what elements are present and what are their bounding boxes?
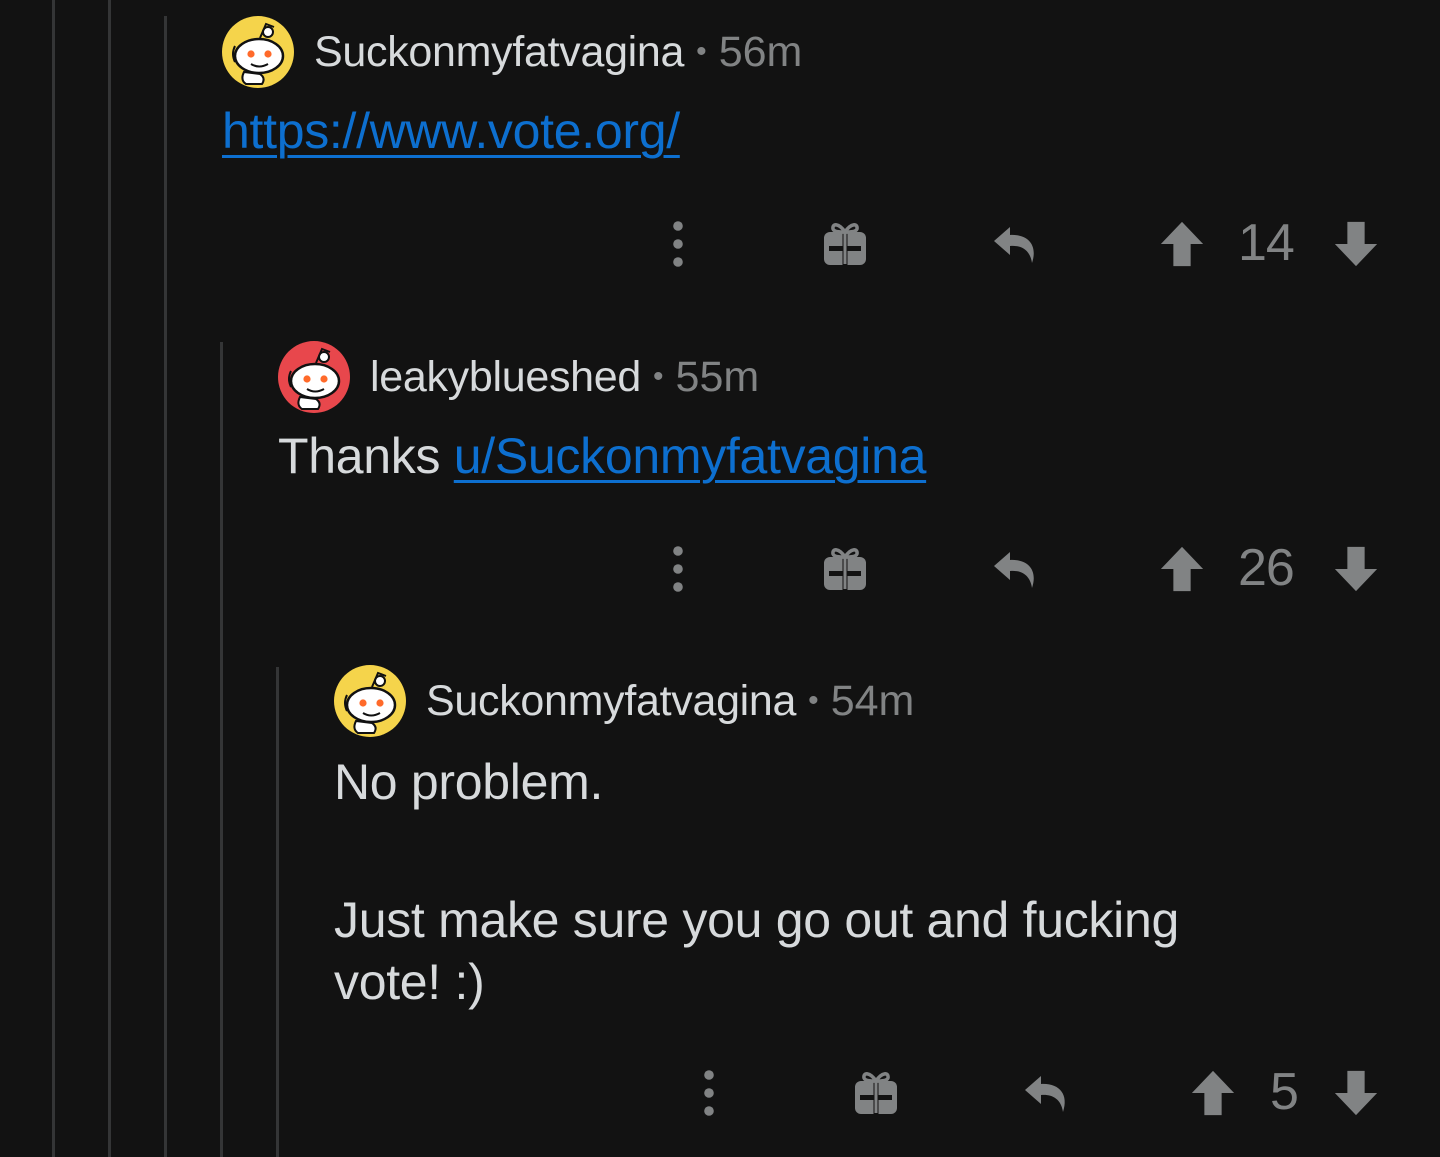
downvote-button[interactable] bbox=[1332, 545, 1380, 593]
comment-header: leakyblueshed • 55m bbox=[278, 341, 1398, 413]
downvote-icon bbox=[1332, 545, 1380, 593]
reply-button[interactable] bbox=[990, 544, 1040, 594]
comment-link[interactable]: https://www.vote.org/ bbox=[222, 103, 680, 159]
more-options-icon bbox=[666, 539, 690, 599]
award-button[interactable] bbox=[851, 1068, 901, 1118]
avatar[interactable] bbox=[278, 341, 350, 413]
snoo-yellow-icon bbox=[222, 16, 294, 88]
upvote-button[interactable] bbox=[1158, 545, 1206, 593]
avatar[interactable] bbox=[334, 665, 406, 737]
comment-author[interactable]: Suckonmyfatvagina bbox=[426, 677, 796, 726]
separator: • bbox=[808, 684, 819, 717]
comment-actions: 5 bbox=[0, 1063, 1440, 1123]
comment-time: 54m bbox=[830, 676, 915, 725]
more-options-icon bbox=[666, 214, 690, 274]
upvote-icon bbox=[1158, 220, 1206, 268]
award-button[interactable] bbox=[820, 219, 870, 269]
vote-score: 5 bbox=[1270, 1063, 1299, 1121]
comment: Suckonmyfatvagina • 54m No problem. Just… bbox=[334, 665, 1394, 1013]
comment-body: Thanks u/Suckonmyfatvagina bbox=[278, 425, 1398, 487]
comment: leakyblueshed • 55m Thanks u/Suckonmyfat… bbox=[278, 341, 1398, 487]
comment-actions: 26 bbox=[0, 539, 1440, 599]
reply-icon bbox=[1021, 1068, 1071, 1118]
comment-author[interactable]: Suckonmyfatvagina bbox=[314, 28, 684, 77]
comment-paragraph: Just make sure you go out and fucking bbox=[334, 892, 1179, 948]
comment-author[interactable]: leakyblueshed bbox=[370, 353, 641, 402]
gift-icon bbox=[820, 544, 870, 594]
upvote-button[interactable] bbox=[1189, 1069, 1237, 1117]
more-options-button[interactable] bbox=[697, 1063, 721, 1123]
user-mention-link[interactable]: u/Suckonmyfatvagina bbox=[454, 428, 927, 484]
upvote-icon bbox=[1189, 1069, 1237, 1117]
snoo-yellow-icon bbox=[334, 665, 406, 737]
comment-time: 56m bbox=[718, 27, 803, 76]
more-options-button[interactable] bbox=[666, 214, 690, 274]
comment: Suckonmyfatvagina • 56m https://www.vote… bbox=[222, 16, 1402, 162]
vote-score: 14 bbox=[1238, 214, 1295, 272]
comment-body: https://www.vote.org/ bbox=[222, 100, 1402, 162]
gift-icon bbox=[851, 1068, 901, 1118]
downvote-button[interactable] bbox=[1332, 1069, 1380, 1117]
downvote-button[interactable] bbox=[1332, 220, 1380, 268]
more-options-icon bbox=[697, 1063, 721, 1123]
vote-score: 26 bbox=[1238, 539, 1295, 597]
avatar[interactable] bbox=[222, 16, 294, 88]
comment-text: Thanks bbox=[278, 428, 454, 484]
thread-line[interactable] bbox=[220, 342, 223, 1157]
reply-button[interactable] bbox=[990, 219, 1040, 269]
downvote-icon bbox=[1332, 220, 1380, 268]
separator: • bbox=[696, 35, 707, 68]
comment-header: Suckonmyfatvagina • 56m bbox=[222, 16, 1402, 88]
upvote-button[interactable] bbox=[1158, 220, 1206, 268]
snoo-red-icon bbox=[278, 341, 350, 413]
award-button[interactable] bbox=[820, 544, 870, 594]
gift-icon bbox=[820, 219, 870, 269]
comment-actions: 14 bbox=[0, 214, 1440, 274]
separator: • bbox=[653, 360, 664, 393]
comment-time: 55m bbox=[675, 352, 760, 401]
comment-paragraph: vote! :) bbox=[334, 954, 485, 1010]
comment-body: No problem. Just make sure you go out an… bbox=[334, 751, 1394, 1013]
comment-header: Suckonmyfatvagina • 54m bbox=[334, 665, 1394, 737]
upvote-icon bbox=[1158, 545, 1206, 593]
reply-button[interactable] bbox=[1021, 1068, 1071, 1118]
comment-paragraph: No problem. bbox=[334, 754, 604, 810]
reply-icon bbox=[990, 544, 1040, 594]
more-options-button[interactable] bbox=[666, 539, 690, 599]
reply-icon bbox=[990, 219, 1040, 269]
downvote-icon bbox=[1332, 1069, 1380, 1117]
